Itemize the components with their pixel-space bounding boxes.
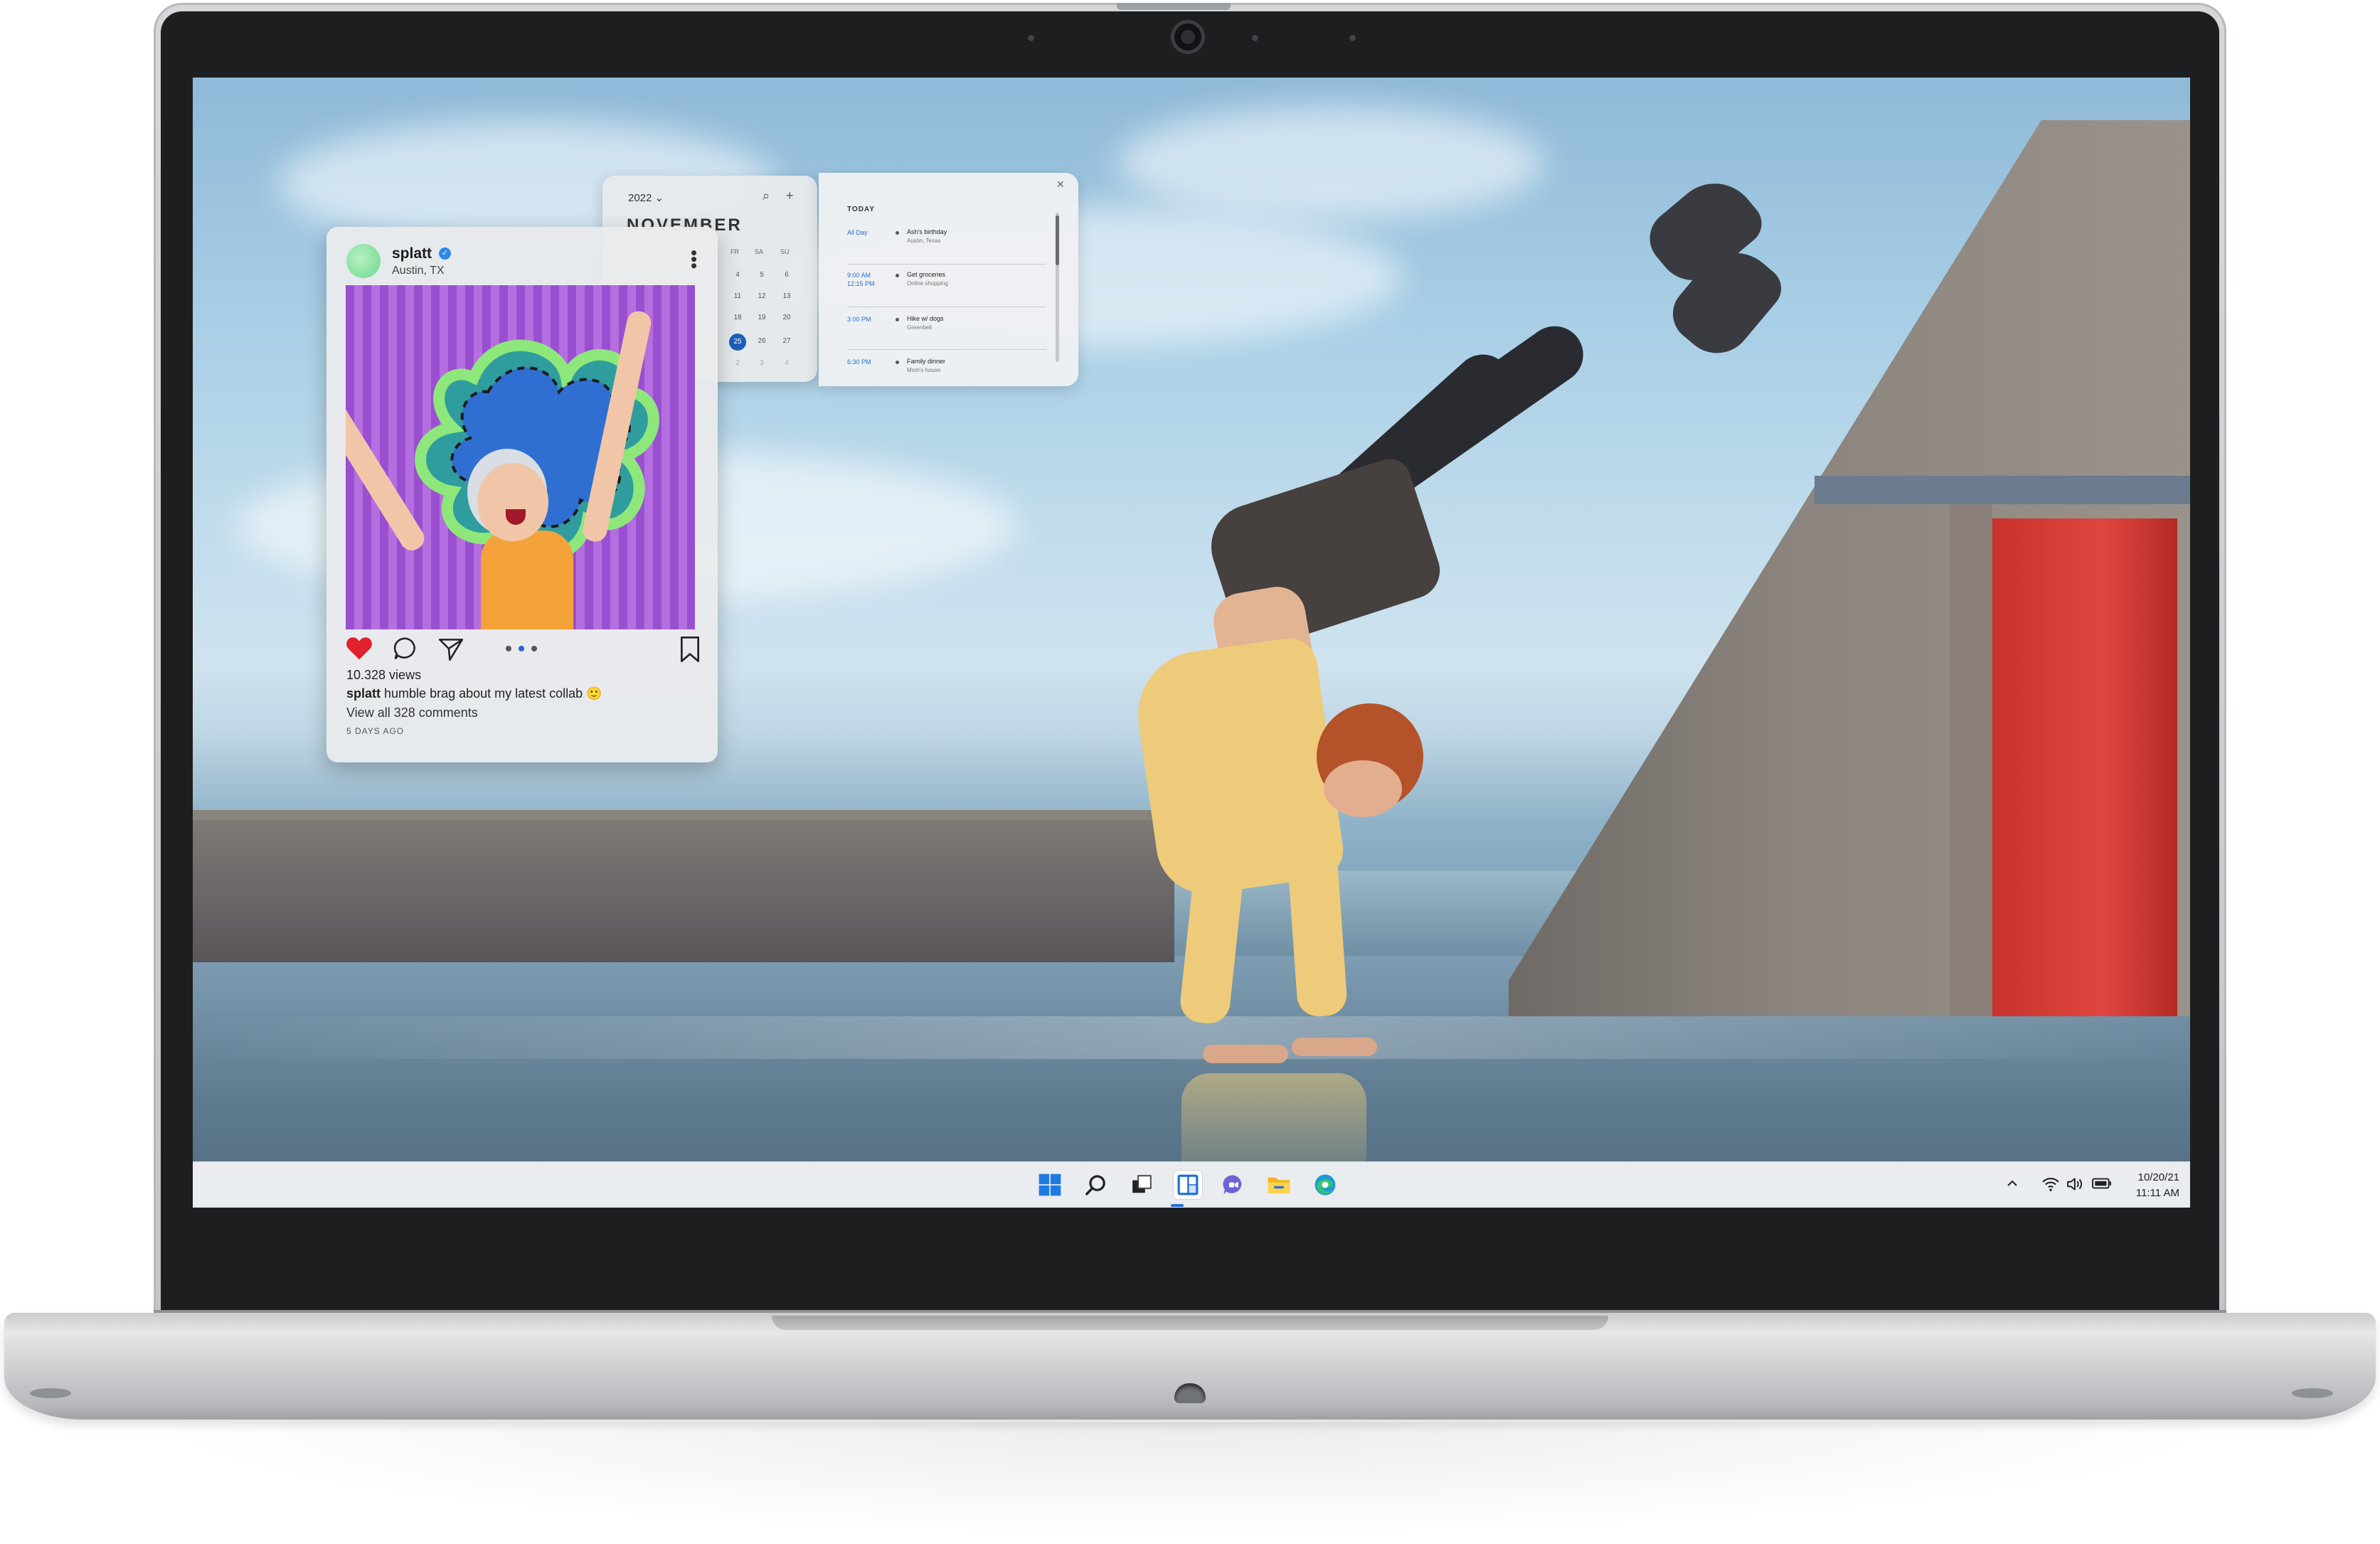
wallpaper-acrobat-hand [1203, 1045, 1288, 1063]
calendar-day[interactable]: 4 [778, 359, 795, 367]
event-dot-icon [896, 361, 899, 364]
agenda-scrollbar-thumb[interactable] [1056, 215, 1059, 265]
heart-like-icon[interactable] [345, 635, 373, 664]
photo-person-top [481, 531, 573, 629]
camera-indicator-light [1252, 35, 1258, 41]
webcam-icon [1174, 23, 1201, 50]
agenda-divider [847, 264, 1046, 265]
weekday-label: SU [780, 248, 790, 255]
search-icon[interactable] [1082, 1171, 1110, 1199]
caption-username[interactable]: splatt [346, 686, 381, 701]
post-caption: splatt humble brag about my latest colla… [346, 686, 602, 701]
post-photo[interactable] [346, 285, 695, 629]
base-lip [772, 1316, 1608, 1330]
search-icon[interactable]: ⌕ [763, 188, 770, 203]
verified-badge-icon: ✓ [439, 247, 451, 260]
agenda-divider [847, 349, 1046, 350]
battery-icon[interactable] [2092, 1176, 2112, 1194]
volume-icon[interactable] [2066, 1176, 2085, 1196]
post-age: 5 DAYS AGO [346, 726, 405, 736]
laptop-foot [2292, 1388, 2333, 1398]
bookmark-icon[interactable] [678, 635, 702, 667]
edge-browser-icon[interactable] [1311, 1171, 1339, 1199]
weekday-label: FR [731, 248, 739, 255]
add-event-icon[interactable]: + [786, 188, 794, 203]
wallpaper-concrete-wall [193, 820, 1174, 962]
chevron-up-icon[interactable] [2005, 1176, 2019, 1194]
calendar-day[interactable]: 6 [778, 271, 795, 279]
event-subtitle: Online shopping [907, 280, 948, 287]
weekday-label: SA [755, 248, 764, 255]
calendar-day[interactable]: 4 [729, 271, 746, 279]
calendar-day[interactable]: 18 [729, 314, 746, 321]
lid-notch [1117, 3, 1231, 10]
calendar-agenda-panel: ✕ TODAY All Day Ash's birthday Austin, T… [819, 173, 1078, 386]
carousel-dots-icon[interactable] [503, 644, 541, 656]
calendar-day[interactable]: 19 [753, 314, 770, 321]
event-subtitle: Mom's house [907, 367, 941, 373]
view-comments-link[interactable]: View all 328 comments [346, 706, 478, 720]
share-send-icon[interactable] [437, 635, 464, 666]
post-views-count: 10.328 views [346, 668, 422, 682]
wallpaper-floor-reflection [193, 1016, 2190, 1059]
active-app-indicator [1171, 1204, 1184, 1207]
smiley-emoji-icon: 🙂 [586, 686, 602, 701]
taskbar-clock-date[interactable]: 10/20/21 [2131, 1171, 2179, 1183]
widgets-icon[interactable] [1174, 1171, 1202, 1199]
wallpaper-acrobat-face [1324, 760, 1402, 817]
calendar-day-today[interactable]: 25 [729, 334, 746, 351]
calendar-year-select[interactable]: 2022 ⌄ [628, 191, 664, 204]
comment-icon[interactable] [392, 635, 419, 666]
task-view-icon[interactable] [1127, 1171, 1156, 1199]
event-title[interactable]: Get groceries [907, 271, 945, 278]
event-title[interactable]: Ash's birthday [907, 228, 947, 235]
event-title[interactable]: Family dinner [907, 358, 945, 365]
windows-start-icon[interactable] [1036, 1171, 1064, 1199]
event-subtitle: Austin, Texas [907, 238, 941, 244]
wallpaper-building-band [1815, 476, 2190, 504]
wallpaper-red-door [1992, 518, 2177, 1016]
event-time: 3:00 PM [847, 316, 871, 323]
laptop-foot [30, 1388, 71, 1398]
event-dot-icon [896, 231, 899, 235]
caption-text: humble brag about my latest collab [384, 686, 583, 701]
post-username[interactable]: splatt [392, 245, 432, 262]
calendar-day[interactable]: 5 [753, 271, 770, 279]
event-time: 6:30 PM [847, 358, 871, 366]
more-options-icon[interactable]: ••• [684, 250, 705, 269]
close-icon[interactable]: ✕ [1056, 179, 1065, 191]
calendar-day[interactable]: 27 [778, 337, 795, 345]
calendar-day[interactable]: 12 [753, 292, 770, 300]
event-time: All Day [847, 229, 868, 236]
wallpaper-door-frame [1950, 504, 1992, 1016]
calendar-day[interactable]: 11 [729, 292, 746, 300]
social-post-card: splatt ✓ Austin, TX ••• 10.328 views spl… [326, 227, 718, 762]
ir-sensor-right [1349, 35, 1356, 41]
file-explorer-icon[interactable] [1265, 1171, 1293, 1199]
wallpaper-cloud [1117, 106, 1544, 220]
event-dot-icon [896, 274, 899, 277]
photo-person-head [477, 463, 548, 541]
table-shadow [142, 1422, 2238, 1536]
calendar-day[interactable]: 26 [753, 337, 770, 345]
wallpaper-acrobat-hand [1292, 1038, 1377, 1056]
event-title[interactable]: Hike w/ dogs [907, 315, 944, 322]
chat-icon[interactable] [1219, 1171, 1248, 1199]
event-dot-icon [896, 318, 899, 321]
post-location[interactable]: Austin, TX [392, 265, 445, 277]
calendar-year: 2022 [628, 192, 652, 204]
avatar[interactable] [346, 244, 381, 278]
calendar-day[interactable]: 20 [778, 314, 795, 321]
taskbar-clock-time[interactable]: 11:11 AM [2124, 1187, 2179, 1199]
calendar-day[interactable]: 13 [778, 292, 795, 300]
taskbar: 10/20/21 11:11 AM [193, 1161, 2190, 1208]
ir-sensor-left [1028, 35, 1034, 41]
calendar-day[interactable]: 3 [753, 359, 770, 367]
calendar-day[interactable]: 2 [729, 359, 746, 367]
event-time: 9:00 AM 12:15 PM [847, 272, 875, 287]
agenda-heading: TODAY [847, 206, 875, 213]
wifi-icon[interactable] [2041, 1176, 2060, 1196]
event-subtitle: Greenbelt [907, 324, 933, 331]
